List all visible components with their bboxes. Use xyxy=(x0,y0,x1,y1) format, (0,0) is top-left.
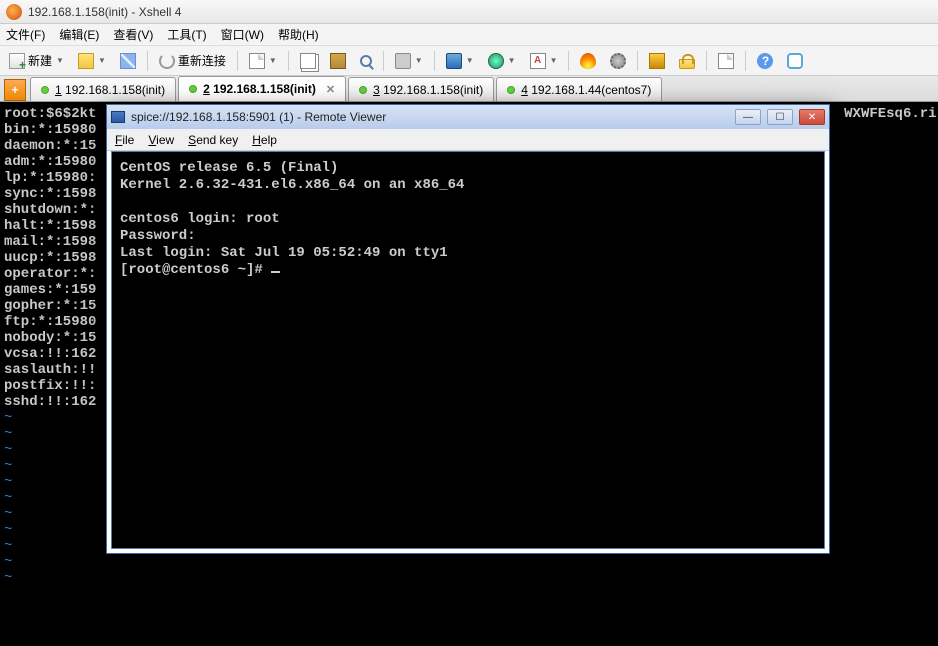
globe-icon xyxy=(488,53,504,69)
font-button[interactable]: ▼ xyxy=(525,50,563,72)
remote-viewer-title: spice://192.168.1.158:5901 (1) - Remote … xyxy=(131,110,729,124)
folder-icon xyxy=(78,53,94,69)
feedback-button[interactable] xyxy=(782,50,808,72)
add-tab-button[interactable]: + xyxy=(4,79,26,101)
menu-window[interactable]: 窗口(W) xyxy=(221,26,264,43)
new-icon xyxy=(9,53,25,69)
remote-viewer-icon xyxy=(111,111,125,123)
gears-icon xyxy=(610,53,626,69)
toolbar: 新建 ▼ ▼ 重新连接 ▼ ▼ ▼ ▼ ▼ xyxy=(0,46,938,76)
tab-1[interactable]: 1 192.168.1.158(init) xyxy=(30,77,176,101)
menu-file[interactable]: 文件(F) xyxy=(6,26,45,43)
tab-label: 192.168.1.158(init) xyxy=(383,83,483,97)
reconnect-label: 重新连接 xyxy=(178,52,226,69)
help-icon xyxy=(757,53,773,69)
wand-icon xyxy=(120,53,136,69)
encoding-button[interactable]: ▼ xyxy=(483,50,521,72)
tab-number: 1 xyxy=(55,83,62,97)
rv-menu-help[interactable]: Help xyxy=(252,133,277,147)
status-dot-icon xyxy=(189,85,197,93)
separator xyxy=(568,51,569,71)
tab-number: 4 xyxy=(521,83,528,97)
separator xyxy=(706,51,707,71)
options-icon xyxy=(718,53,734,69)
separator xyxy=(383,51,384,71)
cursor xyxy=(271,271,280,273)
dropdown-icon: ▼ xyxy=(56,56,64,65)
xshell-icon xyxy=(6,4,22,20)
rv-menu-file[interactable]: File xyxy=(115,133,134,147)
lock-button[interactable] xyxy=(674,50,700,72)
font-icon xyxy=(530,53,546,69)
remote-viewer-terminal[interactable]: CentOS release 6.5 (Final) Kernel 2.6.32… xyxy=(111,151,825,549)
tab-label: 192.168.1.44(centos7) xyxy=(531,83,651,97)
print-button[interactable]: ▼ xyxy=(390,50,428,72)
rv-menu-sendkey[interactable]: Send key xyxy=(188,133,238,147)
window-title: 192.168.1.158(init) - Xshell 4 xyxy=(28,5,181,19)
help-button[interactable] xyxy=(752,50,778,72)
tab-3[interactable]: 3 192.168.1.158(init) xyxy=(348,77,494,101)
separator xyxy=(147,51,148,71)
copy-icon xyxy=(300,53,316,69)
rv-menu-view[interactable]: View xyxy=(148,133,174,147)
properties-icon xyxy=(249,53,265,69)
remote-viewer-titlebar[interactable]: spice://192.168.1.158:5901 (1) - Remote … xyxy=(107,105,829,129)
open-button[interactable]: ▼ xyxy=(73,50,111,72)
grid-icon xyxy=(649,53,665,69)
search-icon xyxy=(360,55,372,67)
paste-icon xyxy=(330,53,346,69)
new-label: 新建 xyxy=(28,52,52,69)
tab-number: 3 xyxy=(373,83,380,97)
status-dot-icon xyxy=(359,86,367,94)
tabbar: + 1 192.168.1.158(init) 2 192.168.1.158(… xyxy=(0,76,938,102)
tab-number: 2 xyxy=(203,82,210,96)
reconnect-button[interactable]: 重新连接 xyxy=(154,50,231,72)
color-button[interactable]: ▼ xyxy=(441,50,479,72)
remote-viewer-menubar: File View Send key Help xyxy=(107,129,829,151)
minimize-button[interactable]: — xyxy=(735,109,761,125)
options-button[interactable] xyxy=(713,50,739,72)
separator xyxy=(745,51,746,71)
find-button[interactable] xyxy=(355,50,377,72)
new-session-button[interactable]: 新建 ▼ xyxy=(4,50,69,72)
lock-icon xyxy=(679,59,695,69)
menu-tools[interactable]: 工具(T) xyxy=(167,26,206,43)
separator xyxy=(637,51,638,71)
paste-button[interactable] xyxy=(325,50,351,72)
menu-edit[interactable]: 编辑(E) xyxy=(59,26,99,43)
status-dot-icon xyxy=(41,86,49,94)
script-button[interactable] xyxy=(605,50,631,72)
menu-help[interactable]: 帮助(H) xyxy=(278,26,319,43)
close-tab-icon[interactable]: ✕ xyxy=(326,83,335,96)
reconnect-icon xyxy=(159,53,175,69)
menubar: 文件(F) 编辑(E) 查看(V) 工具(T) 窗口(W) 帮助(H) xyxy=(0,24,938,46)
close-button[interactable]: ✕ xyxy=(799,109,825,125)
copy-button[interactable] xyxy=(295,50,321,72)
xftp-button[interactable] xyxy=(575,50,601,72)
layout-button[interactable] xyxy=(644,50,670,72)
maximize-button[interactable]: ☐ xyxy=(767,109,793,125)
fire-icon xyxy=(580,53,596,69)
separator xyxy=(288,51,289,71)
remote-viewer-window: spice://192.168.1.158:5901 (1) - Remote … xyxy=(106,104,830,554)
menu-view[interactable]: 查看(V) xyxy=(113,26,153,43)
screen-icon xyxy=(446,53,462,69)
properties-button[interactable]: ▼ xyxy=(244,50,282,72)
status-dot-icon xyxy=(507,86,515,94)
wizard-button[interactable] xyxy=(115,50,141,72)
bubble-icon xyxy=(787,53,803,69)
xshell-titlebar: 192.168.1.158(init) - Xshell 4 xyxy=(0,0,938,24)
tab-4[interactable]: 4 192.168.1.44(centos7) xyxy=(496,77,662,101)
print-icon xyxy=(395,53,411,69)
tab-label: 192.168.1.158(init) xyxy=(65,83,165,97)
tab-label: 192.168.1.158(init) xyxy=(213,82,316,96)
separator xyxy=(237,51,238,71)
tab-2[interactable]: 2 192.168.1.158(init) ✕ xyxy=(178,76,346,101)
separator xyxy=(434,51,435,71)
